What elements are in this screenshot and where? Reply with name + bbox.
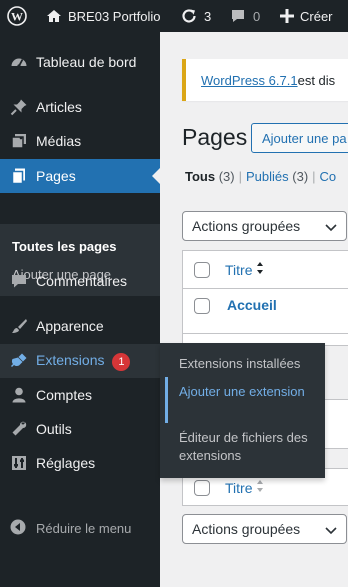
- filter-next[interactable]: Co: [320, 169, 337, 184]
- bulk-actions-label: Actions groupées: [192, 521, 301, 537]
- comment-bubble-icon: [229, 7, 247, 25]
- menu-item-label: Réglages: [36, 455, 96, 471]
- select-all-checkbox-bottom[interactable]: [194, 480, 210, 496]
- menu-item-appearance[interactable]: Apparence: [0, 309, 160, 343]
- filter-separator: |: [312, 169, 316, 184]
- menu-item-settings[interactable]: Réglages: [0, 446, 160, 480]
- collapse-menu-button[interactable]: Réduire le menu: [0, 512, 160, 544]
- flyout-active-indicator: [165, 377, 168, 423]
- submenu-item-all-pages[interactable]: Toutes les pages: [12, 239, 117, 254]
- new-content-link[interactable]: Créer: [280, 0, 333, 32]
- dashboard-icon: [9, 52, 29, 72]
- chevron-down-icon: [324, 220, 338, 237]
- user-icon: [9, 385, 29, 405]
- menu-item-label-with-badge: Extensions 1: [36, 351, 131, 371]
- row-checkbox[interactable]: [194, 298, 210, 314]
- extensions-flyout-menu: Extensions installées Ajouter une extens…: [160, 343, 325, 478]
- filter-published-count: (3): [292, 169, 309, 184]
- wordpress-version-link[interactable]: WordPress 6.7.1: [201, 73, 298, 88]
- new-content-label: Créer: [300, 8, 333, 24]
- menu-item-label: Extensions: [36, 351, 105, 368]
- chevron-down-icon: [324, 523, 338, 540]
- bulk-actions-select-top[interactable]: Actions groupées: [182, 211, 347, 241]
- table-header-divider: [183, 288, 348, 289]
- sort-icon: [256, 478, 264, 497]
- title-column-label: Titre: [225, 261, 253, 278]
- menu-item-label: Comptes: [36, 387, 93, 403]
- comments-count: 0: [253, 8, 261, 24]
- menu-item-pages[interactable]: Pages: [0, 159, 160, 193]
- svg-text:W: W: [11, 10, 23, 24]
- updates-link[interactable]: 3: [180, 0, 211, 32]
- page-title: Pages: [182, 124, 248, 150]
- comment-icon: [9, 271, 29, 291]
- select-all-checkbox[interactable]: [194, 262, 210, 278]
- menu-item-tools[interactable]: Outils: [0, 412, 160, 446]
- title-column-label: Titre: [225, 479, 253, 496]
- paintbrush-icon: [9, 316, 29, 336]
- menu-item-label: Outils: [36, 421, 72, 437]
- menu-item-label: Pages: [36, 168, 76, 184]
- menu-item-label: Articles: [36, 99, 82, 115]
- notice-text: est dis: [297, 72, 336, 88]
- menu-item-media[interactable]: Médias: [0, 124, 160, 158]
- menu-item-label: Tableau de bord: [36, 54, 137, 70]
- main-content: WordPress 6.7.1 est dis Pages Ajouter un…: [160, 32, 348, 587]
- menu-item-extensions[interactable]: Extensions 1: [0, 344, 160, 378]
- collapse-menu-label: Réduire le menu: [36, 520, 132, 536]
- sort-icon: [256, 260, 264, 279]
- menu-item-dashboard[interactable]: Tableau de bord: [0, 45, 160, 79]
- site-name: BRE03 Portfolio: [68, 8, 161, 24]
- updates-icon: [180, 7, 198, 25]
- row-divider: [183, 333, 348, 334]
- admin-sidebar: Tableau de bord Articles Médias Pages To…: [0, 32, 160, 587]
- bulk-actions-select-bottom[interactable]: Actions groupées: [182, 514, 347, 544]
- filter-all-count: (3): [218, 169, 235, 184]
- flyout-item-add-plugin[interactable]: Ajouter une extension: [179, 383, 319, 401]
- media-icon: [9, 131, 29, 151]
- flyout-item-installed-plugins[interactable]: Extensions installées: [179, 355, 319, 373]
- collapse-arrow-icon: [9, 518, 27, 539]
- title-column-header[interactable]: Titre: [225, 260, 264, 279]
- plus-icon: [280, 9, 294, 23]
- menu-item-label: Apparence: [36, 318, 104, 334]
- wrench-icon: [9, 419, 29, 439]
- add-page-button[interactable]: Ajouter une pa: [251, 123, 348, 153]
- updates-count: 3: [204, 8, 212, 24]
- update-count-badge: 1: [112, 352, 131, 371]
- comments-link[interactable]: 0: [229, 0, 260, 32]
- pushpin-icon: [9, 97, 29, 117]
- pages-table: Titre Accueil: [182, 250, 348, 346]
- update-notice: WordPress 6.7.1 est dis: [182, 59, 348, 101]
- menu-item-comments[interactable]: Commentaires: [0, 264, 160, 298]
- pages-icon: [9, 166, 29, 186]
- settings-icon: [9, 453, 29, 473]
- admin-bar: W BRE03 Portfolio 3 0 Créer: [0, 0, 348, 32]
- title-column-footer[interactable]: Titre: [225, 478, 264, 497]
- menu-item-label: Commentaires: [36, 273, 128, 289]
- filter-published[interactable]: Publiés: [246, 169, 289, 184]
- menu-item-label: Médias: [36, 133, 82, 149]
- filter-all[interactable]: Tous: [185, 169, 215, 184]
- status-filter-links: Tous (3) | Publiés (3) | Co: [185, 169, 336, 184]
- page-title-link[interactable]: Accueil: [227, 297, 277, 313]
- filter-separator: |: [238, 169, 242, 184]
- menu-item-articles[interactable]: Articles: [0, 90, 160, 124]
- site-name-link[interactable]: BRE03 Portfolio: [46, 0, 161, 32]
- plugin-icon: [9, 351, 29, 371]
- home-icon: [46, 8, 62, 24]
- menu-item-users[interactable]: Comptes: [0, 378, 160, 412]
- wordpress-logo-icon[interactable]: W: [7, 0, 27, 32]
- flyout-item-plugin-file-editor[interactable]: Éditeur de fichiers des extensions: [179, 429, 319, 465]
- bulk-actions-label: Actions groupées: [192, 218, 301, 234]
